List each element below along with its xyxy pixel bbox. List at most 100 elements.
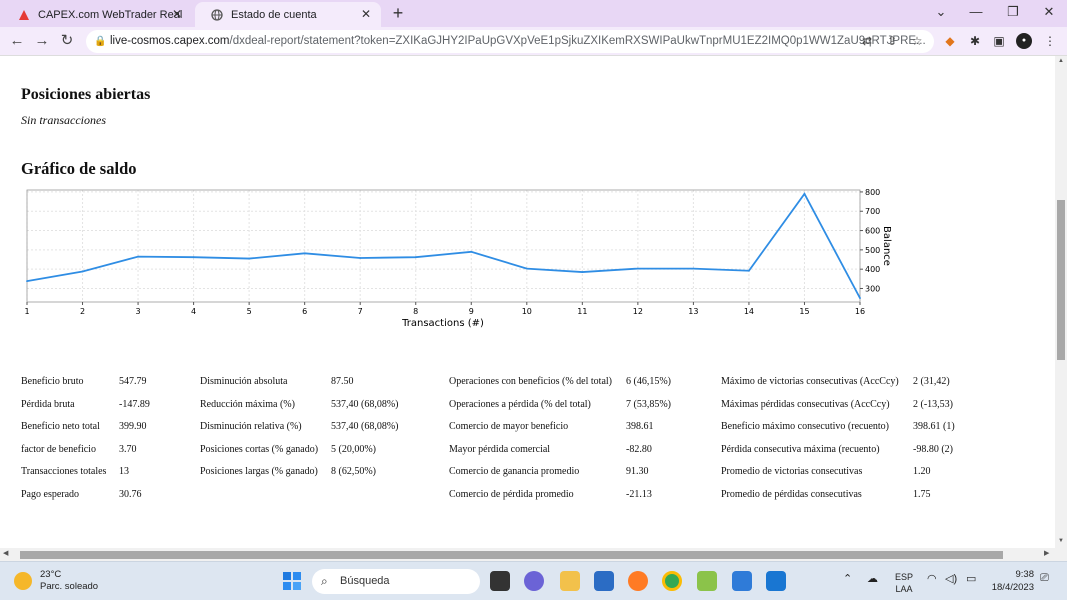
plot-frame <box>26 189 861 303</box>
tab-estado-de-cuenta[interactable]: Estado de cuenta ✕ <box>195 2 381 27</box>
scroll-down-arrow-icon[interactable]: ▼ <box>1057 538 1065 544</box>
stat-label: Disminución relativa (%) <box>200 421 302 432</box>
stat-label: Pérdida consecutiva máxima (recuento) <box>721 444 880 455</box>
horizontal-scroll-thumb[interactable] <box>20 551 1003 559</box>
keyboard-layout: LAA <box>895 584 913 594</box>
tab-capex-webtrader[interactable]: CAPEX.com WebTrader Real ✕ <box>2 2 192 27</box>
task-view-icon[interactable] <box>490 571 510 591</box>
stat-label: Comercio de pérdida promedio <box>449 489 574 500</box>
y-tick-label: 700 <box>865 207 880 216</box>
battery-icon[interactable]: ▭ <box>966 572 976 585</box>
tab-search-chevron-icon[interactable]: ⌄ <box>931 3 951 21</box>
stat-value: 1.20 <box>913 466 931 477</box>
balance-point <box>192 256 195 259</box>
x-tick-label: 6 <box>302 307 307 316</box>
side-panel-icon[interactable]: ▣ <box>991 33 1007 49</box>
restore-icon[interactable]: ❐ <box>1003 3 1023 21</box>
share-icon[interactable]: ⇪ <box>884 33 900 49</box>
bluestacks-icon[interactable] <box>697 571 717 591</box>
chrome-icon[interactable] <box>662 571 682 591</box>
minimize-icon[interactable]: — <box>966 3 986 21</box>
profile-avatar-icon[interactable]: ● <box>1016 33 1032 49</box>
volume-icon[interactable]: ◁) <box>945 572 957 585</box>
reload-icon[interactable]: ↻ <box>58 32 76 50</box>
back-arrow-icon[interactable]: ← <box>8 32 26 50</box>
close-tab-icon[interactable]: ✕ <box>170 7 184 21</box>
x-tick-label: 2 <box>80 307 85 316</box>
x-tick-label: 5 <box>247 307 252 316</box>
vertical-scroll-thumb[interactable] <box>1057 200 1065 360</box>
y-tick-label: 400 <box>865 265 880 274</box>
scroll-left-arrow-icon[interactable]: ◀ <box>3 549 8 557</box>
stat-label: Máximo de victorias consecutivas (AccCcy… <box>721 376 899 387</box>
microsoft-store-icon[interactable] <box>594 571 614 591</box>
taskbar-search-box[interactable]: ⌕ Búsqueda <box>312 569 480 594</box>
stat-label: factor de beneficio <box>21 444 96 455</box>
system-clock[interactable]: 9:38 18/4/2023 <box>990 568 1034 594</box>
windows-taskbar: 23°C Parc. soleado ⌕ Búsqueda ⌃ ☁ ESP LA… <box>0 561 1067 600</box>
scroll-right-arrow-icon[interactable]: ▶ <box>1044 549 1049 557</box>
stat-value: 7 (53,85%) <box>626 399 671 410</box>
stat-label: Transacciones totales <box>21 466 107 477</box>
new-tab-plus-icon[interactable]: + <box>388 3 408 23</box>
stat-value: 398.61 (1) <box>913 421 955 432</box>
translate-icon[interactable]: ⇄ <box>859 33 875 49</box>
wifi-icon[interactable]: ◠ <box>927 572 937 585</box>
stat-label: Posiciones largas (% ganado) <box>200 466 318 477</box>
statement-page: Posiciones abiertas Sin transacciones Gr… <box>0 56 1055 548</box>
stat-value: -147.89 <box>119 399 150 410</box>
tray-chevron-icon[interactable]: ⌃ <box>843 572 852 585</box>
search-icon: ⌕ <box>321 574 328 588</box>
stat-value: 547.79 <box>119 376 147 387</box>
bookmark-star-icon[interactable]: ☆ <box>909 33 925 49</box>
notifications-icon[interactable]: ⎚ <box>1040 572 1049 585</box>
scroll-up-arrow-icon[interactable]: ▲ <box>1057 58 1065 64</box>
file-explorer-icon[interactable] <box>560 571 580 591</box>
weather-widget[interactable]: 23°C Parc. soleado <box>14 569 98 593</box>
balance-point <box>525 267 528 270</box>
stat-value: 2 (31,42) <box>913 376 950 387</box>
onedrive-cloud-icon[interactable]: ☁ <box>867 572 878 585</box>
stat-value: 537,40 (68,08%) <box>331 399 399 410</box>
horizontal-scrollbar[interactable]: ◀ ▶ <box>0 548 1055 561</box>
balance-point <box>137 255 139 258</box>
x-tick-label: 1 <box>24 307 29 316</box>
metamask-fox-icon[interactable]: ◆ <box>942 33 958 49</box>
vertical-scrollbar[interactable]: ▲ ▼ <box>1055 56 1067 548</box>
x-tick-label: 10 <box>522 307 532 316</box>
language-indicator[interactable]: ESP LAA <box>893 571 915 595</box>
no-transactions-text: Sin transacciones <box>21 113 106 127</box>
url-path: /dxdeal-report/statement?token=ZXIKaGJHY… <box>229 35 926 47</box>
firefox-icon[interactable] <box>628 571 648 591</box>
extensions-puzzle-icon[interactable]: ✱ <box>967 33 983 49</box>
y-tick-label: 800 <box>865 188 880 197</box>
x-tick-label: 3 <box>136 307 141 316</box>
search-placeholder: Búsqueda <box>340 575 390 587</box>
stat-label: Beneficio máximo consecutivo (recuento) <box>721 421 889 432</box>
stat-label: Mayor pérdida comercial <box>449 444 551 455</box>
stat-label: Pago esperado <box>21 489 80 500</box>
stat-value: 3.70 <box>119 444 137 455</box>
photos-icon[interactable] <box>766 571 786 591</box>
stat-label: Máximas pérdidas consecutivas (AccCcy) <box>721 399 890 410</box>
balance-point <box>359 257 362 259</box>
y-axis-label: Balance <box>881 226 892 266</box>
notepad-icon[interactable] <box>732 571 752 591</box>
lock-icon: 🔒 <box>94 36 107 47</box>
balance-point <box>803 192 806 195</box>
menu-dots-icon[interactable]: ⋮ <box>1042 33 1058 49</box>
balance-chart-heading: Gráfico de saldo <box>21 159 137 178</box>
weather-desc: Parc. soleado <box>40 581 99 592</box>
forward-arrow-icon[interactable]: → <box>33 32 51 50</box>
x-tick-label: 7 <box>358 307 363 316</box>
browser-toolbar: ← → ↻ 🔒 live-cosmos.capex.com/dxdeal-rep… <box>0 27 1067 56</box>
x-tick-label: 8 <box>413 307 418 316</box>
windows-start-icon[interactable] <box>282 571 302 591</box>
teams-chat-icon[interactable] <box>524 571 544 591</box>
close-tab-icon[interactable]: ✕ <box>359 7 373 21</box>
close-window-icon[interactable]: ✕ <box>1039 3 1059 21</box>
x-tick-label: 15 <box>799 307 809 316</box>
balance-point <box>692 267 695 270</box>
address-bar[interactable]: 🔒 live-cosmos.capex.com/dxdeal-report/st… <box>86 30 934 53</box>
x-tick-label: 16 <box>855 307 865 316</box>
